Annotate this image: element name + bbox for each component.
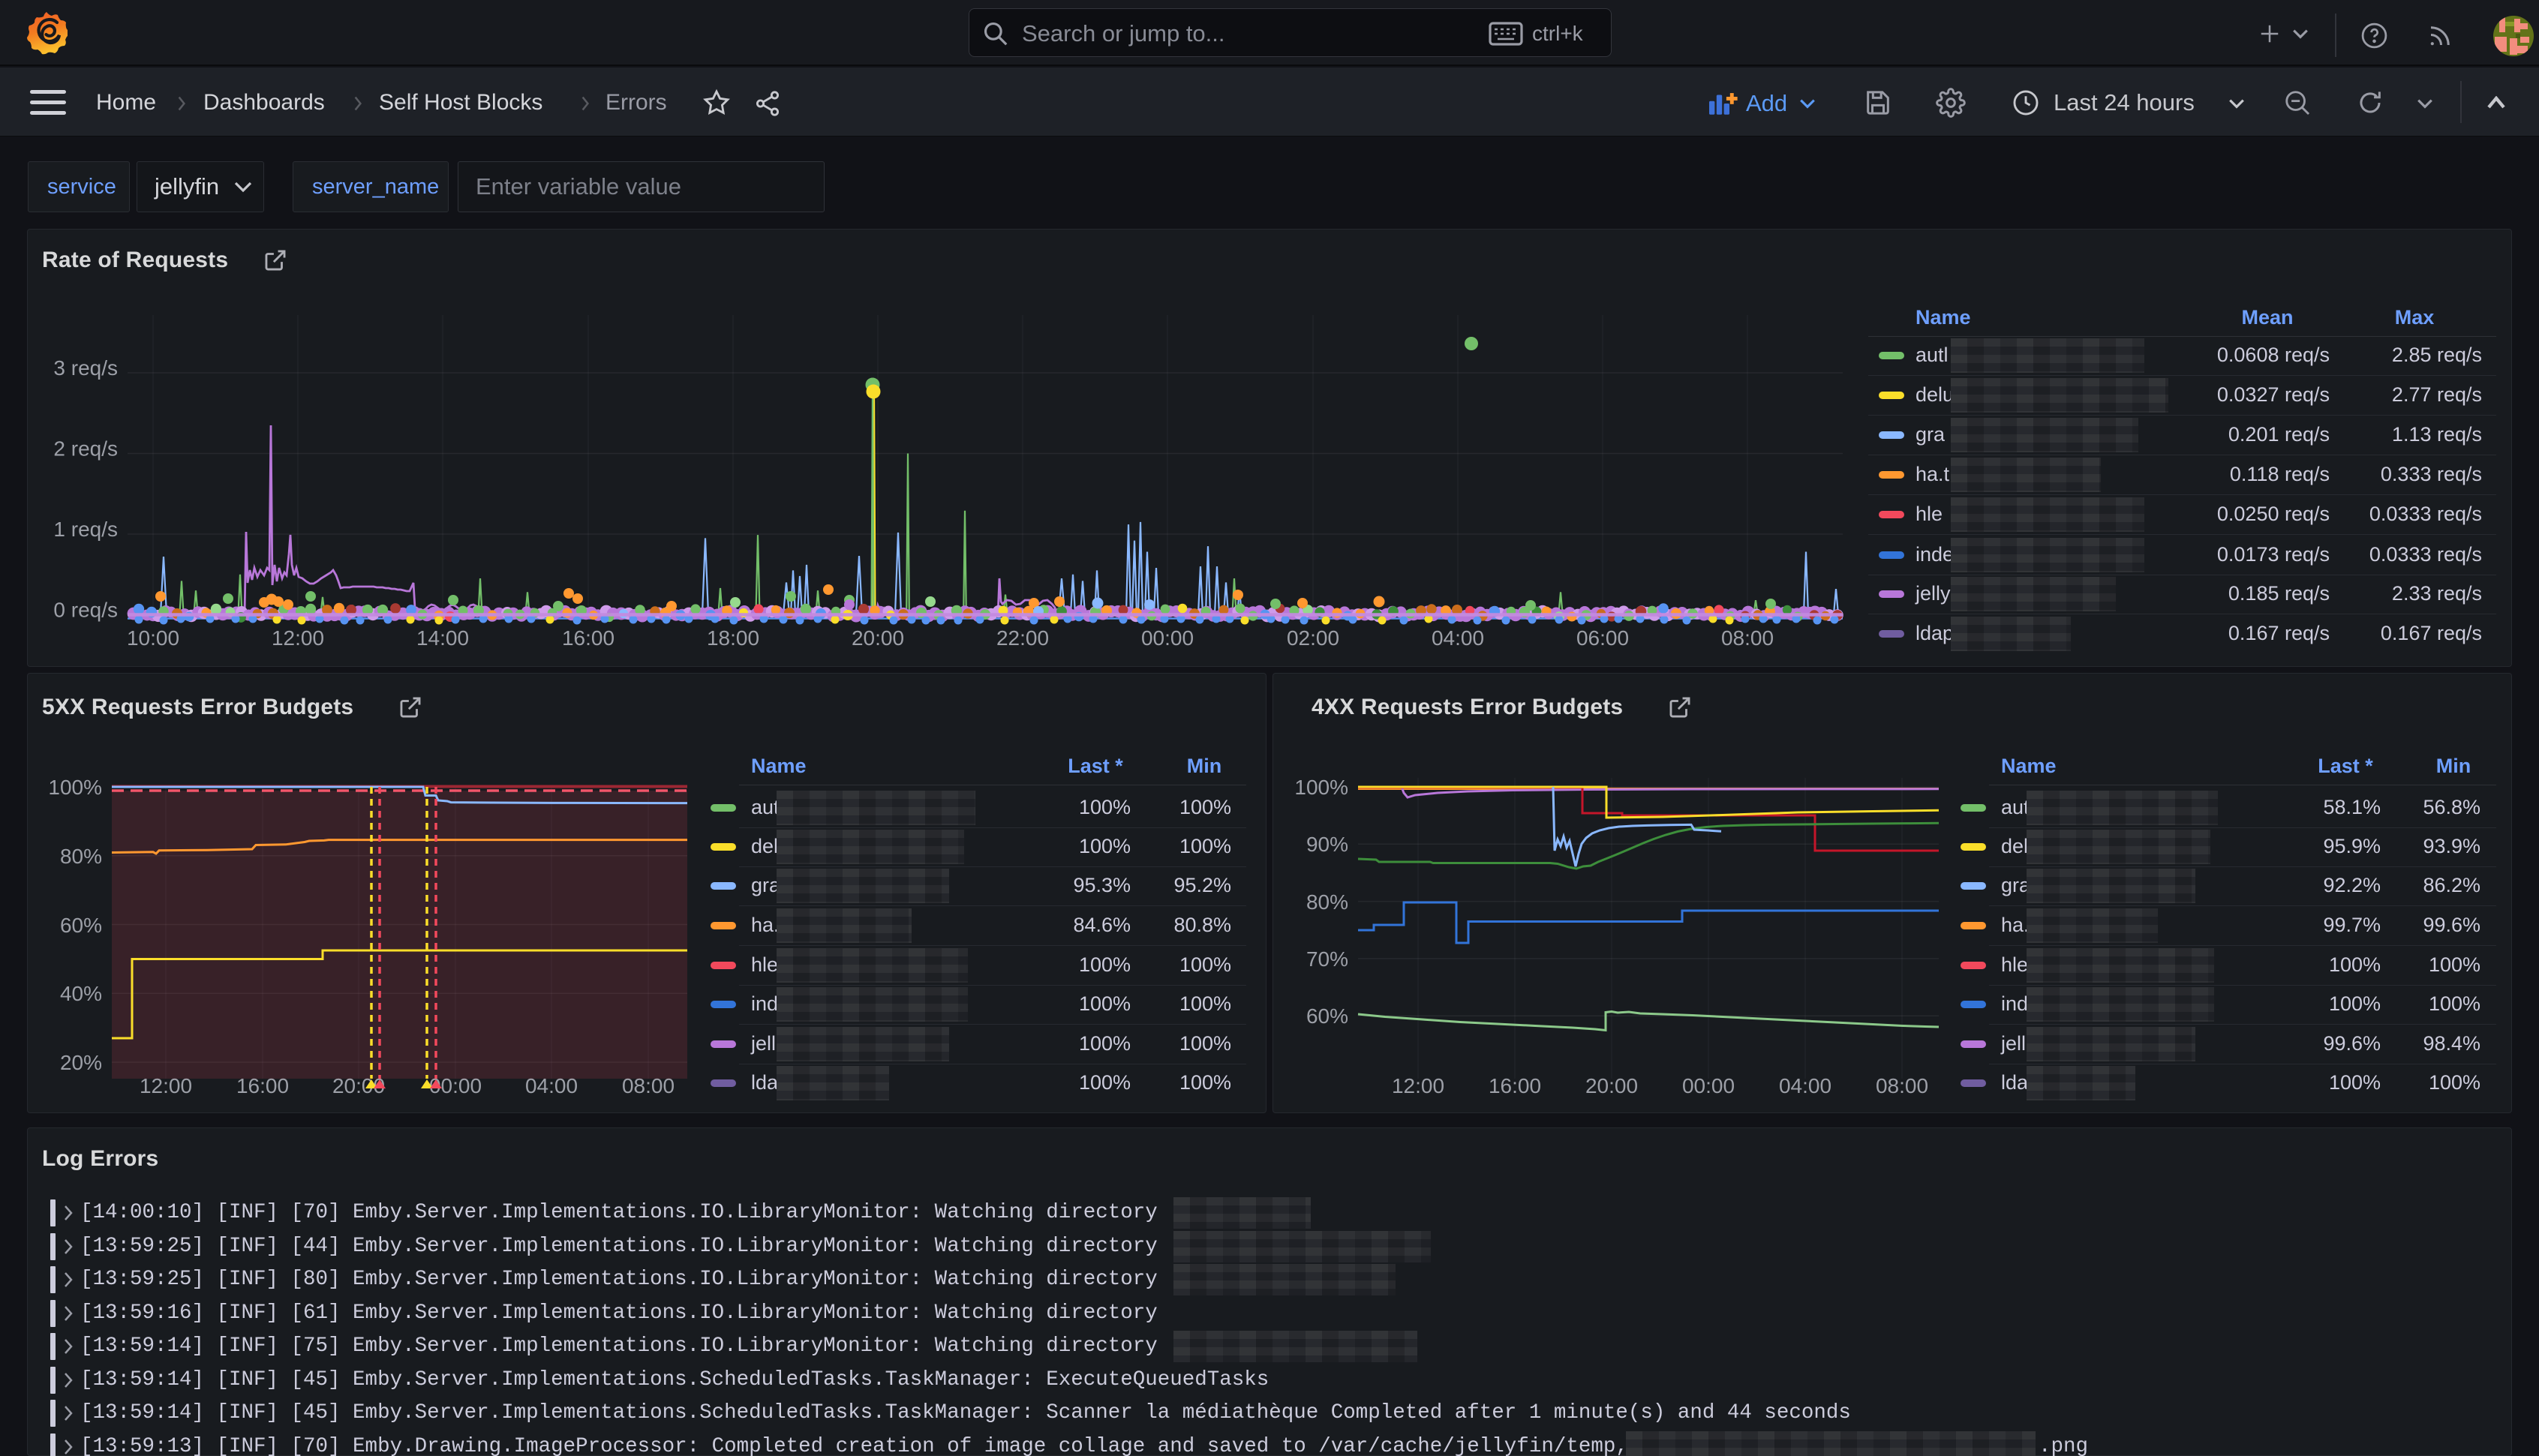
svg-text:80%: 80%: [1306, 890, 1348, 914]
svg-text:12:00: 12:00: [1392, 1074, 1444, 1097]
svg-text:60%: 60%: [60, 914, 102, 937]
svg-text:100%: 100%: [48, 776, 102, 799]
svg-text:10:00: 10:00: [127, 626, 179, 650]
svg-text:3 req/s: 3 req/s: [53, 356, 118, 380]
svg-text:12:00: 12:00: [272, 626, 324, 650]
svg-text:1 req/s: 1 req/s: [53, 518, 118, 541]
svg-text:08:00: 08:00: [1721, 626, 1774, 650]
svg-text:16:00: 16:00: [562, 626, 614, 650]
svg-text:20:00: 20:00: [1585, 1074, 1638, 1097]
svg-text:04:00: 04:00: [1779, 1074, 1831, 1097]
svg-text:80%: 80%: [60, 845, 102, 868]
svg-text:20:00: 20:00: [852, 626, 904, 650]
svg-text:40%: 40%: [60, 982, 102, 1005]
svg-text:18:00: 18:00: [707, 626, 759, 650]
svg-text:22:00: 22:00: [996, 626, 1049, 650]
svg-text:16:00: 16:00: [1489, 1074, 1541, 1097]
svg-text:60%: 60%: [1306, 1004, 1348, 1028]
svg-text:90%: 90%: [1306, 833, 1348, 856]
svg-text:100%: 100%: [1294, 776, 1348, 799]
svg-text:70%: 70%: [1306, 947, 1348, 971]
svg-text:14:00: 14:00: [416, 626, 469, 650]
svg-text:04:00: 04:00: [1432, 626, 1484, 650]
svg-text:08:00: 08:00: [1876, 1074, 1928, 1097]
svg-text:2 req/s: 2 req/s: [53, 437, 118, 461]
svg-text:20%: 20%: [60, 1051, 102, 1074]
svg-text:0 req/s: 0 req/s: [53, 599, 118, 622]
svg-text:00:00: 00:00: [1682, 1074, 1735, 1097]
svg-text:00:00: 00:00: [1141, 626, 1194, 650]
svg-text:06:00: 06:00: [1576, 626, 1629, 650]
svg-text:02:00: 02:00: [1287, 626, 1339, 650]
